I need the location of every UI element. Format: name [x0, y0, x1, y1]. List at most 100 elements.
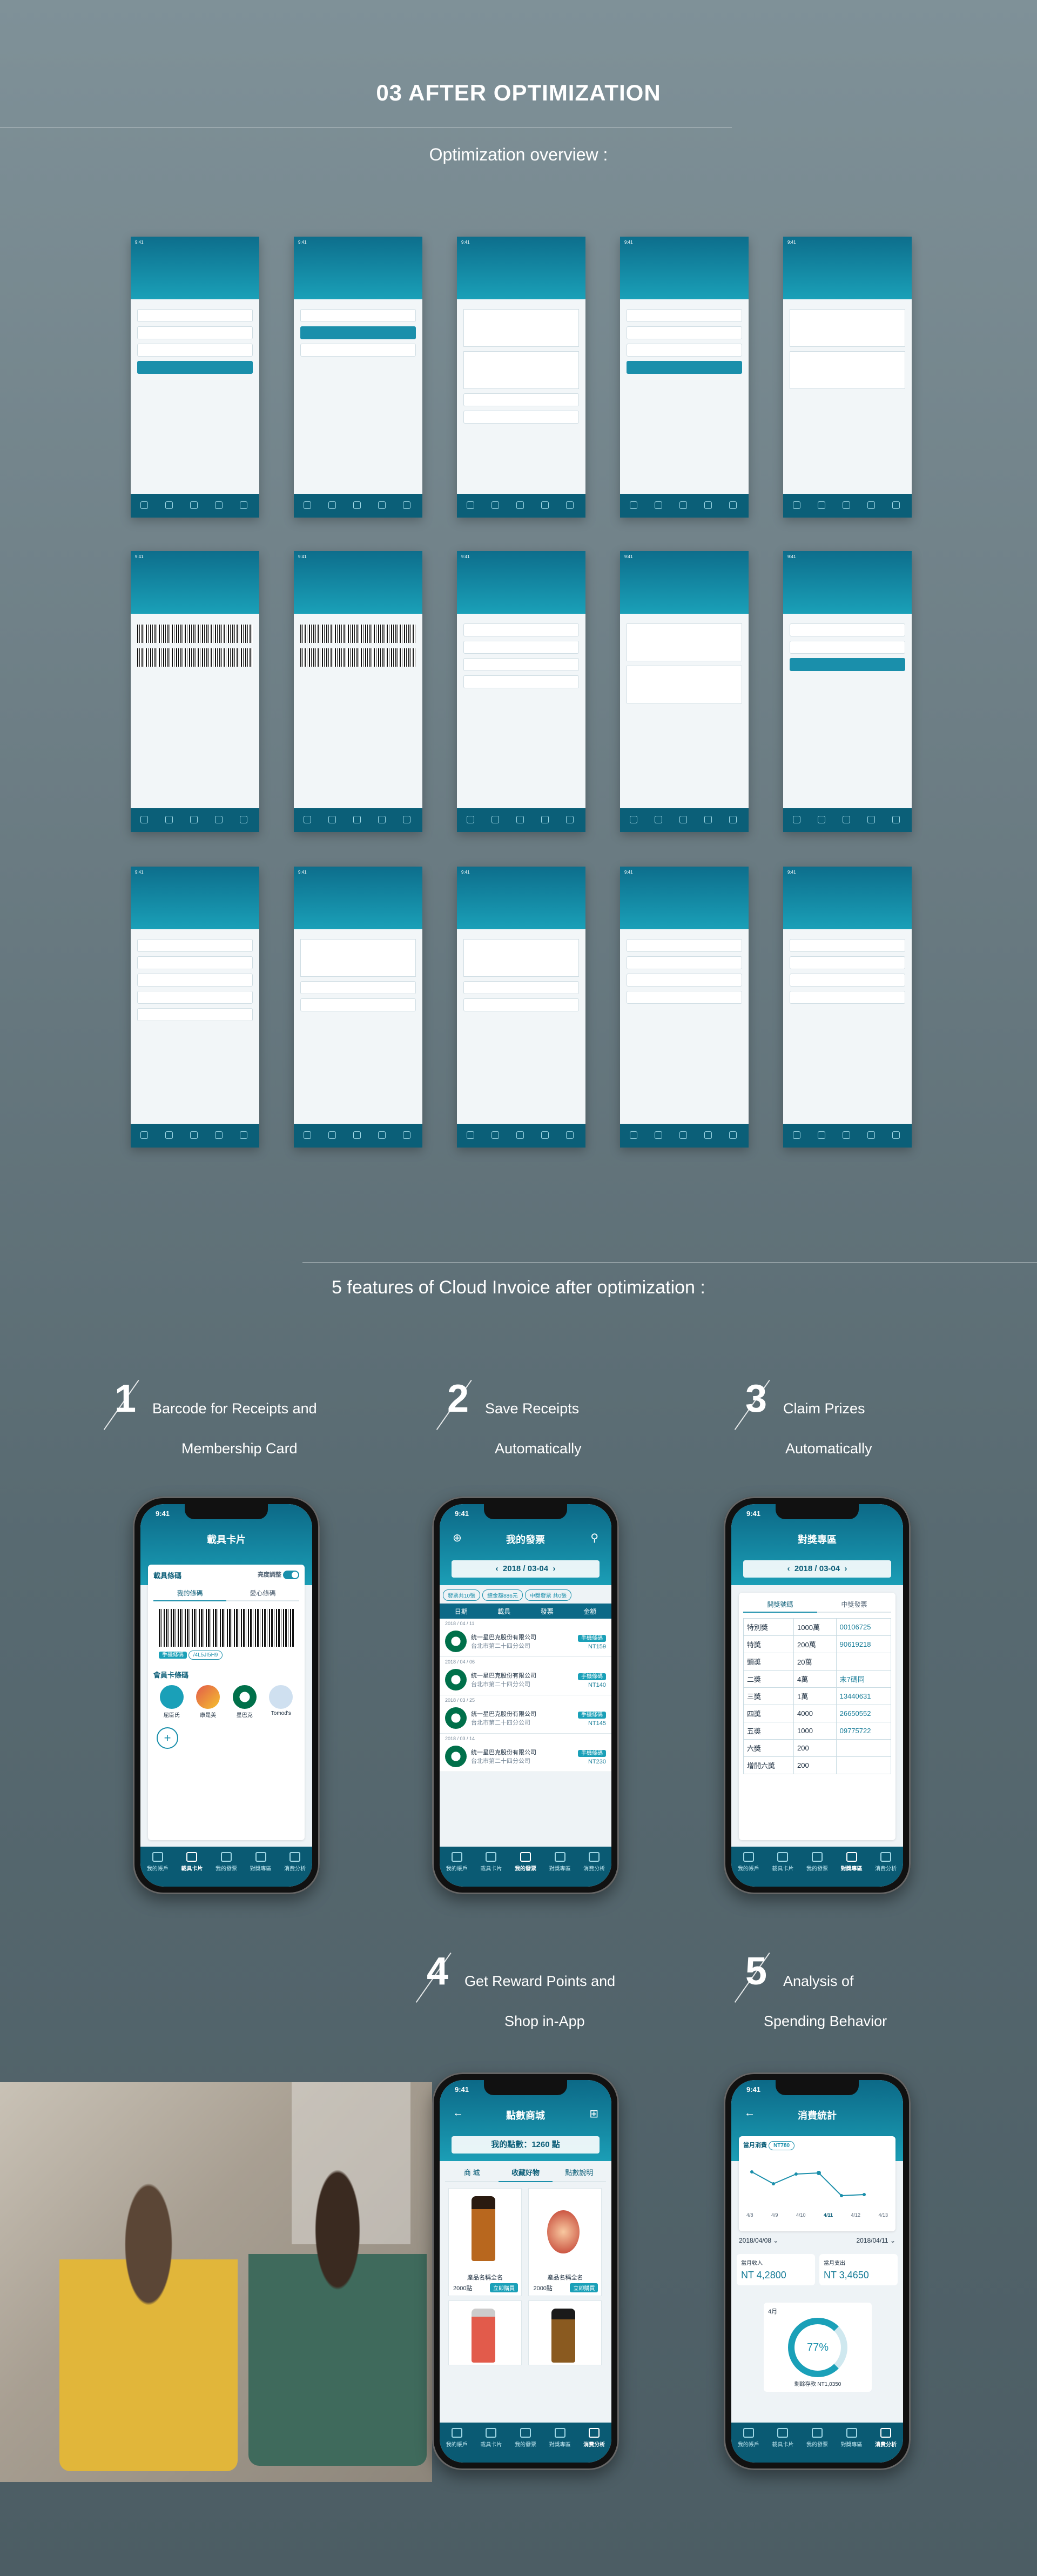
overview-screen: 9:41	[457, 551, 585, 832]
person-yellow-sweater	[59, 2169, 238, 2471]
search-icon[interactable]: ⚲	[590, 1531, 598, 1545]
card-tomods[interactable]: Tomod's	[269, 1685, 293, 1719]
carrier-label: 載具條碼	[153, 1572, 182, 1580]
card-cosmed[interactable]: 康是美	[196, 1685, 220, 1719]
phone-my-receipts: 9:41 ⊕ 我的發票 ⚲ ‹ 2018 / 03-04 › 發票共10張 總金…	[432, 1497, 619, 1894]
overview-screen: 9:41	[131, 237, 259, 518]
product-card[interactable]	[528, 2300, 602, 2365]
phone-spending-stats: 9:41 ← 消費統計 當月消費 NT780 4/8 4/9 4/10 4/11 4/1…	[724, 2072, 911, 2470]
tabbar-item[interactable]: 消費分析	[579, 1852, 609, 1887]
tab-icon	[486, 1852, 497, 1862]
add-card-button[interactable]: +	[157, 1727, 178, 1749]
card-starbucks[interactable]: 星巴克	[232, 1685, 257, 1719]
barcode-code: /4L5JI5H9	[188, 1651, 223, 1660]
tabbar-item[interactable]: 對獎專區	[545, 2428, 575, 2463]
tab-icon	[846, 2428, 857, 2438]
overview-screen: 9:41	[783, 551, 912, 832]
tabbar-item[interactable]: 我的發票	[510, 1852, 541, 1887]
tabbar-item[interactable]: 消費分析	[871, 2428, 901, 2463]
receipt-row[interactable]: 2018 / 04 / 06 統一星巴克股份有限公司 台北市第二十四分公司 手機條碼 N…	[440, 1657, 611, 1695]
tab-mall[interactable]: 商 城	[445, 2163, 499, 2182]
tab-icon	[289, 1852, 301, 1862]
tabbar-item[interactable]: 消費分析	[280, 1852, 310, 1887]
tabbar-item[interactable]: 我的帳戶	[733, 2428, 764, 2463]
tabbar-item[interactable]: 我的發票	[510, 2428, 541, 2463]
screen-title: 載具卡片	[207, 1534, 246, 1545]
product-card[interactable]: 產品名稱全名 2000點 立即購買	[448, 2188, 522, 2296]
tabbar-item[interactable]: 我的帳戶	[143, 1852, 173, 1887]
tab-love-barcode[interactable]: 愛心條碼	[226, 1586, 299, 1601]
tab-icon	[880, 1852, 892, 1862]
tab-icon	[743, 1852, 754, 1862]
tabbar-item[interactable]: 我的發票	[211, 1852, 241, 1887]
overview-screen: 9:41	[620, 867, 749, 1148]
product-card[interactable]	[448, 2300, 522, 2365]
date-to-select[interactable]: 2018/04/11 ⌄	[856, 2237, 895, 2244]
starbucks-logo	[445, 1669, 467, 1691]
tabbar-item[interactable]: 載具卡片	[177, 1852, 207, 1887]
tabbar-item[interactable]: 載具卡片	[476, 2428, 506, 2463]
prize-row: 特獎 200萬 90619218	[743, 1635, 892, 1653]
screen-title: 消費統計	[798, 2110, 837, 2121]
card-watsons[interactable]: 屈臣氏	[159, 1685, 184, 1719]
tabbar-item[interactable]: 對獎專區	[837, 1852, 867, 1887]
title-divider	[0, 127, 732, 128]
tab-my-barcode[interactable]: 我的條碼	[153, 1586, 226, 1601]
savings-ring: 77%	[788, 2318, 847, 2377]
expense-card: 當月支出 NT 3,4650	[819, 2254, 898, 2285]
prize-row: 特別獎 1000萬 00106725	[743, 1618, 892, 1636]
product-card[interactable]: 產品名稱全名 2000點 立即購買	[528, 2188, 602, 2296]
overview-screen: 9:41	[294, 551, 422, 832]
tab-icon	[743, 2428, 754, 2438]
tab-winning-numbers[interactable]: 開獎號碼	[743, 1597, 817, 1613]
tabbar-item[interactable]: 我的發票	[802, 1852, 832, 1887]
date-from-select[interactable]: 2018/04/08 ⌄	[739, 2237, 778, 2244]
receipt-row[interactable]: 2018 / 03 / 14 統一星巴克股份有限公司 台北市第二十四分公司 手機條碼 N…	[440, 1734, 611, 1772]
tabbar-item[interactable]: 載具卡片	[767, 2428, 798, 2463]
tab-icon	[451, 1852, 462, 1862]
tab-icon	[220, 1852, 232, 1862]
date-selector[interactable]: ‹ 2018 / 03-04 ›	[452, 1560, 600, 1578]
tab-favorites[interactable]: 收藏好物	[499, 2163, 553, 2182]
tabbar-item[interactable]: 載具卡片	[767, 1852, 798, 1887]
overview-screen: 9:41	[294, 867, 422, 1148]
tab-icon	[451, 2428, 462, 2438]
tabbar-item[interactable]: 消費分析	[579, 2428, 609, 2463]
col-date[interactable]: 日期	[440, 1604, 483, 1619]
phone-points-mall: 9:41 ← 點數商城 ⊞ 我的點數：1260 點 商 城 收藏好物 點數說明 …	[432, 2072, 619, 2470]
chip-winning: 中獎發票 共0張	[524, 1589, 572, 1601]
tabbar-item[interactable]: 對獎專區	[545, 1852, 575, 1887]
col-invoice[interactable]: 發票	[526, 1604, 569, 1619]
tab-bar: 我的帳戶 載具卡片 我的發票 對獎專區 消費分析	[440, 1847, 611, 1887]
tabbar-item[interactable]: 我的帳戶	[442, 2428, 472, 2463]
tab-winning-invoices[interactable]: 中獎發票	[817, 1597, 891, 1613]
tabbar-item[interactable]: 載具卡片	[476, 1852, 506, 1887]
tabbar-item[interactable]: 我的發票	[802, 2428, 832, 2463]
date-selector[interactable]: ‹ 2018 / 03-04 ›	[743, 1560, 891, 1578]
spending-line-chart: 當月消費 NT780 4/8 4/9 4/10 4/11 4/12 4/13	[739, 2136, 895, 2231]
person-green-sweater	[248, 2163, 427, 2466]
tab-icon	[486, 2428, 497, 2438]
brightness-toggle[interactable]	[283, 1571, 299, 1580]
overview-screen: 9:41	[457, 867, 585, 1148]
tab-icon	[589, 2428, 600, 2438]
phone-prize-zone: 9:41 對獎專區 ‹ 2018 / 03-04 › 開獎號碼 中獎發票 特別獎…	[724, 1497, 911, 1894]
overview-screen: 9:41	[783, 237, 912, 518]
tabbar-item[interactable]: 我的帳戶	[733, 1852, 764, 1887]
tabbar-item[interactable]: 對獎專區	[837, 2428, 867, 2463]
receipt-row[interactable]: 2018 / 03 / 25 統一星巴克股份有限公司 台北市第二十四分公司 手機條碼 N…	[440, 1695, 611, 1734]
chip-total: 總金額886元	[482, 1589, 523, 1601]
cart-icon[interactable]: ⊞	[589, 2107, 598, 2121]
tab-icon	[554, 2428, 565, 2438]
tabbar-item[interactable]: 對獎專區	[246, 1852, 276, 1887]
receipt-row[interactable]: 2018 / 04 / 11 統一星巴克股份有限公司 台北市第二十四分公司 手機條碼 N…	[440, 1619, 611, 1657]
col-amount[interactable]: 金額	[569, 1604, 612, 1619]
prize-row: 四獎 4000 26650552	[743, 1705, 892, 1722]
barcode-tag: 手機條碼	[159, 1652, 187, 1659]
prize-row: 五獎 1000 09775722	[743, 1722, 892, 1740]
tab-points-info[interactable]: 點數說明	[552, 2163, 606, 2182]
col-carrier[interactable]: 載具	[483, 1604, 526, 1619]
tabbar-item[interactable]: 消費分析	[871, 1852, 901, 1887]
tabbar-item[interactable]: 我的帳戶	[442, 1852, 472, 1887]
overview-screen: 9:41	[131, 551, 259, 832]
